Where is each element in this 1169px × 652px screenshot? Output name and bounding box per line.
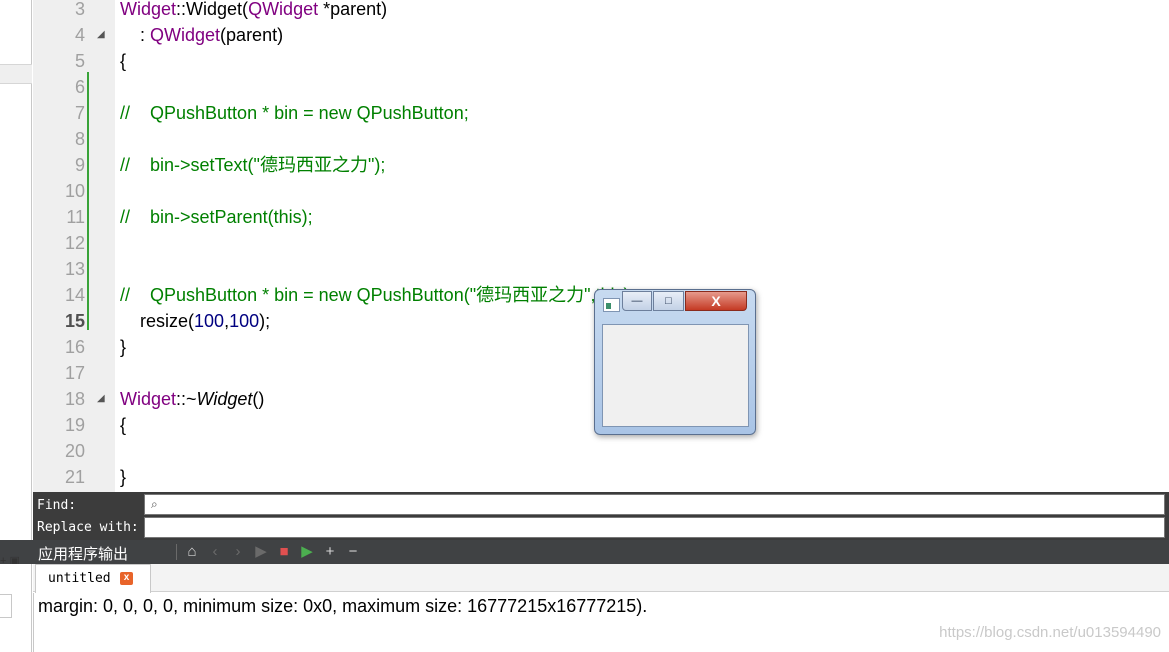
line-number: 3 [74, 0, 85, 19]
output-pane-title: 应用程序输出 [38, 546, 129, 563]
watermark: https://blog.csdn.net/u013594490 [939, 624, 1161, 641]
find-label: Find: [37, 498, 77, 513]
app-icon [603, 298, 620, 312]
minimize-button[interactable]: — [622, 291, 652, 311]
code-token: { [120, 51, 127, 71]
tab-label: untitled [48, 571, 111, 586]
previous-icon[interactable]: ‹ [206, 542, 224, 562]
code-line: { [120, 48, 126, 74]
line-number: 6 [74, 77, 85, 97]
code-token: Widget [120, 0, 177, 19]
code-line: } [120, 464, 126, 490]
line-number: 16 [64, 337, 85, 357]
code-line: resize(100,100); [120, 308, 270, 334]
line-number: 5 [74, 51, 85, 71]
code-token: } [120, 467, 127, 487]
fold-marker-icon[interactable]: ◢ [97, 386, 105, 412]
code-token: Widget [120, 389, 177, 409]
code-token: Widget [196, 389, 253, 409]
output-toolbar: 应用程序输出 ⌂ ‹ › ▶ ■ ▶ + − [0, 540, 1169, 564]
zoom-out-icon[interactable]: − [344, 542, 362, 562]
minimize-icon: — [631, 295, 643, 307]
tab-untitled[interactable]: untitled x [35, 564, 151, 593]
code-token: ); [259, 311, 271, 331]
code-token: // bin->setText("德玛西亚之力"); [120, 155, 386, 175]
find-replace-bar: Find: ⌕ Replace with: [33, 492, 1169, 540]
line-number: 18 [64, 389, 85, 409]
code-token: QWidget [150, 25, 221, 45]
code-line: // bin->setText("德玛西亚之力"); [120, 152, 385, 178]
run-icon[interactable]: ▶ [252, 542, 270, 562]
line-number: 7 [74, 103, 85, 123]
find-input[interactable]: ⌕ [144, 494, 1165, 515]
line-number: 20 [64, 441, 85, 461]
widget-client-area [602, 324, 749, 427]
close-button[interactable]: X [685, 291, 747, 311]
fold-marker-icon[interactable]: ◢ [97, 22, 105, 48]
line-number: 8 [74, 129, 85, 149]
code-line: { [120, 412, 126, 438]
maximize-icon: □ [665, 295, 672, 307]
change-marker-bar [87, 72, 89, 330]
toolbar-separator [176, 544, 177, 560]
output-tab-bar: untitled x [33, 564, 1169, 593]
replace-label: Replace with: [37, 520, 139, 535]
line-number: 11 [66, 207, 85, 227]
widget-window[interactable]: — □ X [594, 289, 756, 435]
code-line: Widget::Widget(QWidget *parent) [120, 0, 387, 22]
code-token: 100 [194, 311, 225, 331]
code-token: // bin->setParent(this); [120, 207, 313, 227]
next-icon[interactable]: › [229, 542, 247, 562]
left-sidebar [0, 0, 32, 540]
code-token: // QPushButton * bin = new QPushButton; [120, 103, 469, 123]
sidebar-row[interactable] [0, 64, 32, 84]
code-token: QWidget [248, 0, 319, 19]
code-line: // QPushButton * bin = new QPushButton; [120, 100, 469, 126]
code-token: () [252, 389, 265, 409]
code-line: : QWidget(parent) [120, 22, 283, 48]
line-number: 19 [64, 415, 85, 435]
maximize-button[interactable]: □ [653, 291, 684, 311]
panel-handle[interactable] [0, 594, 12, 618]
code-token: : [120, 25, 151, 45]
zoom-in-icon[interactable]: + [321, 542, 339, 562]
close-icon: X [711, 293, 721, 309]
code-line: // QPushButton * bin = new QPushButton("… [120, 282, 635, 308]
code-token: { [120, 415, 127, 435]
output-text: margin: 0, 0, 0, 0, minimum size: 0x0, m… [38, 596, 648, 616]
line-number: 9 [74, 155, 85, 175]
line-number: 15 [64, 311, 85, 331]
line-number: 14 [64, 285, 85, 305]
application-output[interactable]: margin: 0, 0, 0, 0, minimum size: 0x0, m… [33, 593, 1169, 652]
code-line: // bin->setParent(this); [120, 204, 313, 230]
search-icon: ⌕ [151, 497, 158, 511]
line-number: 13 [64, 259, 85, 279]
code-token: } [120, 337, 127, 357]
clear-output-icon[interactable]: ⌂ [183, 542, 201, 562]
code-token: resize( [120, 311, 195, 331]
line-number: 12 [64, 233, 85, 253]
code-token: 100 [229, 311, 260, 331]
code-token: // QPushButton * bin = new QPushButton("… [120, 285, 635, 305]
line-number: 21 [64, 467, 85, 487]
stop-icon[interactable]: ■ [275, 542, 293, 562]
code-token: ::Widget( [176, 0, 249, 19]
left-lower-panel [0, 564, 32, 652]
code-token: ::~ [176, 389, 197, 409]
line-number: 17 [64, 363, 85, 383]
debug-run-icon[interactable]: ▶ [298, 542, 316, 562]
line-number: 10 [64, 181, 85, 201]
code-line: Widget::~Widget() [120, 386, 264, 412]
code-token: (parent) [220, 25, 284, 45]
close-tab-icon[interactable]: x [120, 572, 133, 585]
code-line: } [120, 334, 126, 360]
code-token: *parent) [318, 0, 388, 19]
replace-input[interactable] [144, 517, 1165, 538]
line-number: 4 [74, 25, 85, 45]
